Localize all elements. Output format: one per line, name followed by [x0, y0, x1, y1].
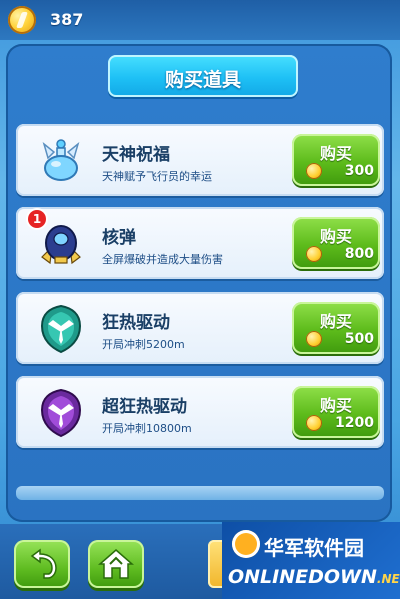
buy-button-nuke[interactable]: 购买 800 [292, 217, 380, 269]
item-price: 800 [344, 246, 374, 262]
buy-label: 购买 [319, 396, 352, 415]
item-description: 开局冲刺10800m [102, 422, 192, 435]
item-card-super-frenzy-drive: 超狂热驱动 开局冲刺10800m 购买 1200 [16, 376, 384, 448]
home-button[interactable] [88, 540, 144, 588]
item-description: 开局冲刺5200m [102, 338, 185, 351]
watermark-logo: 华军软件园 ONLINEDOWN.NET [222, 522, 400, 599]
item-price: 300 [344, 163, 374, 179]
buy-button-frenzy-drive[interactable]: 购买 500 [292, 302, 380, 354]
buy-label: 购买 [319, 227, 352, 246]
buy-button-blessing[interactable]: 购买 300 [292, 134, 380, 186]
item-name: 核弹 [102, 228, 136, 248]
coin-icon [306, 331, 322, 347]
item-name: 超狂热驱动 [102, 397, 187, 417]
item-price: 500 [344, 331, 374, 347]
back-button[interactable] [14, 540, 70, 588]
item-description: 全屏爆破并造成大量伤害 [102, 253, 223, 266]
back-arrow-icon [30, 548, 57, 579]
watermark-english-text: ONLINEDOWN [228, 566, 377, 588]
coin-icon [306, 163, 322, 179]
coin-count: 387 [50, 10, 84, 29]
item-name: 狂热驱动 [102, 313, 170, 333]
watermark-emblem-icon [232, 530, 260, 558]
item-name: 天神祝福 [102, 145, 170, 165]
coin-icon [306, 246, 322, 262]
panel-divider [16, 486, 384, 500]
purple-shield-icon [36, 386, 86, 438]
home-icon [98, 549, 134, 579]
gold-coin-icon [8, 6, 36, 34]
blessing-flask-icon [36, 134, 86, 186]
count-badge: 1 [28, 210, 46, 228]
item-card-blessing: 天神祝福 天神赋予飞行员的幸运 购买 300 [16, 124, 384, 196]
watermark-chinese: 华军软件园 [264, 536, 364, 560]
shop-panel [6, 44, 392, 522]
shop-title: 购买道具 [164, 69, 241, 91]
item-description: 天神赋予飞行员的幸运 [102, 170, 212, 183]
green-shield-icon [36, 302, 86, 354]
item-price: 1200 [335, 415, 374, 431]
buy-label: 购买 [319, 312, 352, 331]
watermark-net: .NET [376, 572, 400, 586]
item-card-frenzy-drive: 狂热驱动 开局冲刺5200m 购买 500 [16, 292, 384, 364]
shop-title-box: 购买道具 [108, 55, 298, 97]
coin-icon [306, 415, 322, 431]
buy-button-super-frenzy-drive[interactable]: 购买 1200 [292, 386, 380, 438]
watermark-english: ONLINEDOWN.NET [228, 566, 400, 588]
item-card-nuke: 核弹 全屏爆破并造成大量伤害 购买 800 [16, 207, 384, 279]
buy-label: 购买 [319, 144, 352, 163]
